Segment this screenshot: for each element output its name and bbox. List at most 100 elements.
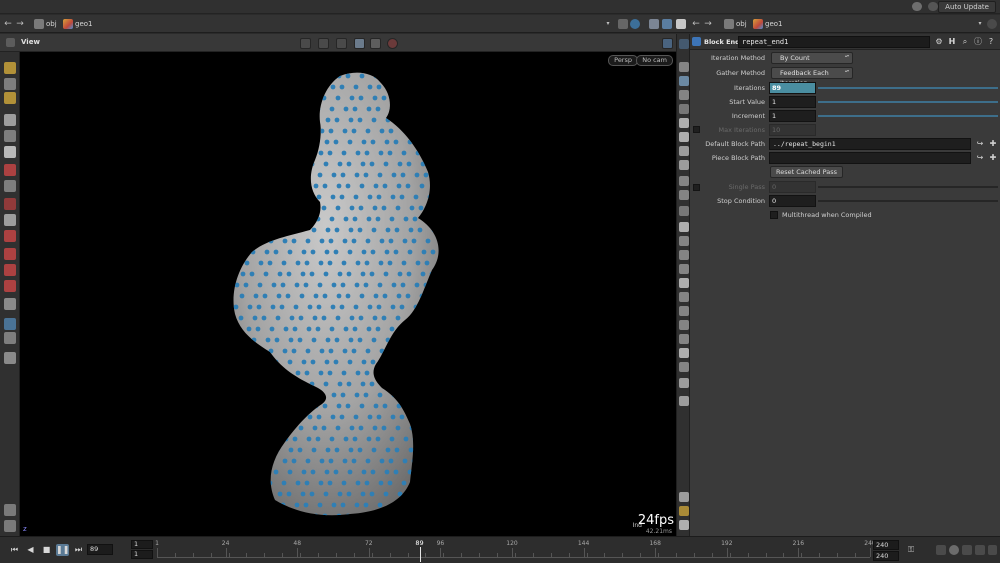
end-frame-field[interactable]: 240 bbox=[873, 540, 899, 550]
help-h-icon[interactable]: H bbox=[947, 37, 957, 47]
wire-icon[interactable] bbox=[679, 320, 689, 330]
select-tool-icon[interactable] bbox=[300, 38, 311, 49]
back-arrow-icon[interactable]: ← bbox=[691, 19, 701, 29]
increment-field[interactable]: 1 bbox=[769, 110, 816, 122]
increment-slider[interactable] bbox=[818, 115, 998, 117]
snapshot-icon[interactable] bbox=[676, 19, 686, 29]
forward-arrow-icon[interactable]: → bbox=[703, 19, 713, 29]
jump-to-node-icon[interactable]: ↪ bbox=[975, 153, 985, 163]
cloud-icon[interactable] bbox=[912, 2, 922, 11]
play-reverse-icon[interactable]: ◀ bbox=[24, 544, 37, 556]
snap-point-icon[interactable] bbox=[4, 264, 16, 276]
multithread-checkbox[interactable] bbox=[770, 211, 778, 219]
brush-icon[interactable] bbox=[4, 180, 16, 192]
lamp-icon[interactable] bbox=[679, 146, 689, 156]
key-icon[interactable]: ⚿ bbox=[908, 545, 918, 555]
crumb-geo1[interactable]: geo1 bbox=[75, 18, 93, 30]
background-icon[interactable] bbox=[679, 206, 689, 216]
audio-icon[interactable] bbox=[975, 545, 985, 555]
start-value-field[interactable]: 1 bbox=[769, 96, 816, 108]
grid-icon[interactable] bbox=[679, 506, 689, 516]
camera-tool-icon[interactable] bbox=[4, 318, 16, 330]
global-settings-icon[interactable] bbox=[988, 545, 997, 555]
cloud-sync-icon[interactable] bbox=[928, 2, 938, 11]
camera-button[interactable]: No cam bbox=[636, 55, 673, 66]
pin-icon[interactable] bbox=[618, 19, 628, 29]
stop-icon[interactable]: ■ bbox=[40, 544, 53, 556]
sculpt-icon[interactable] bbox=[4, 198, 16, 210]
crumb-obj[interactable]: obj bbox=[46, 18, 57, 30]
lock-icon[interactable] bbox=[4, 146, 16, 158]
camera-icon[interactable] bbox=[662, 19, 672, 29]
range-end-field[interactable]: 240 bbox=[873, 551, 899, 561]
start-frame-field[interactable]: 1 bbox=[131, 540, 153, 549]
search-icon[interactable]: ⌕ bbox=[960, 37, 970, 47]
auto-update-button[interactable]: Auto Update bbox=[938, 1, 996, 13]
eye-icon[interactable] bbox=[679, 62, 689, 72]
transform-icon[interactable] bbox=[679, 334, 689, 344]
snapshot-icon[interactable] bbox=[662, 38, 673, 49]
lock-icon[interactable] bbox=[679, 90, 689, 100]
node-name-field[interactable]: repeat_end1 bbox=[738, 36, 930, 48]
light-bulb-icon[interactable] bbox=[679, 132, 689, 142]
network-link-icon[interactable] bbox=[987, 19, 997, 29]
bbox-icon[interactable] bbox=[679, 292, 689, 302]
cube-icon[interactable] bbox=[679, 348, 689, 358]
move-tool-icon[interactable] bbox=[4, 62, 16, 74]
path-dropdown-icon[interactable]: ▾ bbox=[975, 19, 985, 29]
point-display-icon[interactable] bbox=[679, 222, 689, 232]
frame-all-icon[interactable] bbox=[679, 176, 689, 186]
paint-icon[interactable] bbox=[4, 164, 16, 176]
range-start-field[interactable]: 1 bbox=[131, 550, 153, 559]
measure-icon[interactable] bbox=[4, 214, 16, 226]
eye-toggle-icon[interactable] bbox=[679, 520, 689, 530]
start-value-slider[interactable] bbox=[818, 101, 998, 103]
secure-select-icon[interactable] bbox=[318, 38, 329, 49]
forward-arrow-icon[interactable]: → bbox=[15, 19, 25, 29]
back-arrow-icon[interactable]: ← bbox=[3, 19, 13, 29]
sphere-tool-icon[interactable] bbox=[4, 352, 16, 364]
keyframe-options-icon[interactable] bbox=[936, 545, 946, 555]
link-icon[interactable] bbox=[630, 19, 640, 29]
render-icon[interactable] bbox=[649, 19, 659, 29]
view-menu-icon[interactable] bbox=[6, 38, 15, 47]
select-arrow-icon[interactable] bbox=[4, 114, 16, 126]
last-frame-icon[interactable]: ⏭ bbox=[72, 544, 85, 556]
crumb-obj[interactable]: obj bbox=[736, 18, 747, 30]
light-icon[interactable] bbox=[679, 118, 689, 128]
grid-display-icon[interactable] bbox=[370, 38, 381, 49]
uv-icon[interactable] bbox=[679, 264, 689, 274]
view-tool-icon[interactable] bbox=[4, 332, 16, 344]
first-frame-icon[interactable]: ⏮ bbox=[8, 544, 21, 556]
snap-multi-icon[interactable] bbox=[4, 280, 16, 292]
piece-block-path-field[interactable] bbox=[769, 152, 971, 164]
help-icon[interactable]: ? bbox=[986, 37, 996, 47]
lookthrough-icon[interactable] bbox=[679, 190, 689, 200]
pause-icon[interactable]: ❚❚ bbox=[56, 544, 69, 556]
crumb-geo1[interactable]: geo1 bbox=[765, 18, 783, 30]
info-icon[interactable] bbox=[679, 492, 689, 502]
paint-icon[interactable] bbox=[679, 278, 689, 288]
gather-method-menu[interactable]: Feedback Each Iteration bbox=[771, 67, 853, 87]
ghost-icon[interactable] bbox=[679, 104, 689, 114]
stop-condition-field[interactable]: 0 bbox=[769, 195, 816, 207]
highlight-icon[interactable] bbox=[336, 38, 347, 49]
bust-model[interactable] bbox=[20, 52, 676, 536]
text-abc-icon[interactable] bbox=[679, 362, 689, 372]
rotate-tool-icon[interactable] bbox=[4, 78, 16, 90]
snapshot-icon[interactable] bbox=[679, 39, 689, 49]
default-block-path-field[interactable]: ../repeat_begin1 bbox=[769, 138, 971, 150]
pose-icon[interactable] bbox=[679, 160, 689, 170]
magnet-icon[interactable] bbox=[4, 298, 16, 310]
node-chooser-icon[interactable]: ✚ bbox=[988, 139, 998, 149]
frame-ruler[interactable]: 1 24 48 72 96 120 144 168 192 216 240 89 bbox=[155, 539, 876, 562]
reset-cached-pass-button[interactable]: Reset Cached Pass bbox=[770, 166, 843, 178]
loop-icon[interactable] bbox=[962, 545, 972, 555]
stop-condition-slider[interactable] bbox=[818, 200, 998, 202]
current-frame-field[interactable]: 89 bbox=[87, 544, 113, 555]
corner-icon[interactable] bbox=[679, 306, 689, 316]
persp-button[interactable]: Persp bbox=[608, 55, 638, 66]
iterations-slider[interactable] bbox=[818, 87, 998, 89]
path-dropdown-icon[interactable]: ▾ bbox=[603, 19, 613, 29]
shelf-icon[interactable] bbox=[4, 504, 16, 516]
